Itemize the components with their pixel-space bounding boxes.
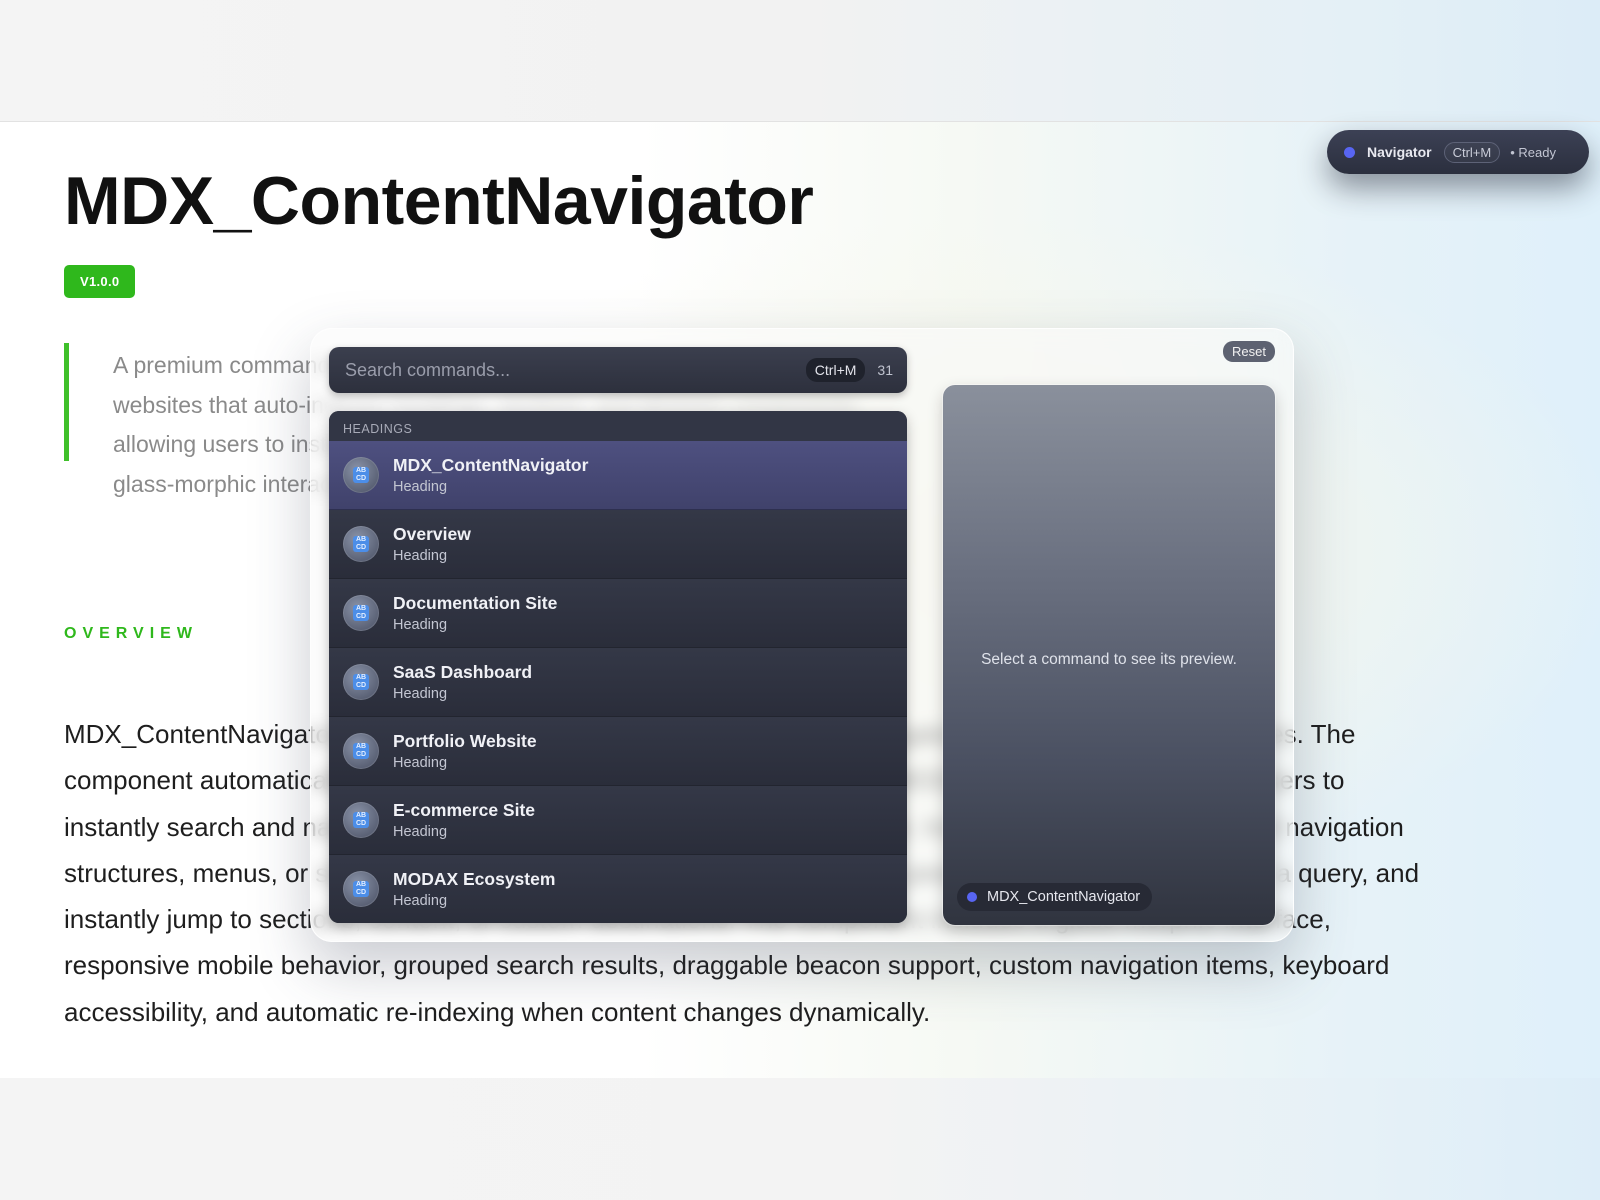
preview-selected-tag[interactable]: MDX_ContentNavigator bbox=[957, 883, 1153, 911]
result-item-subtitle: Heading bbox=[393, 824, 448, 840]
result-item[interactable]: AB CD Portfolio Website Heading bbox=[329, 717, 907, 786]
result-item-subtitle: Heading bbox=[393, 893, 448, 909]
heading-icon: AB CD bbox=[343, 595, 379, 631]
heading-icon: AB CD bbox=[343, 457, 379, 493]
result-item[interactable]: AB CD MODAX Ecosystem Heading bbox=[329, 855, 907, 923]
browser-top-band bbox=[0, 0, 1600, 122]
result-count: 31 bbox=[877, 362, 893, 378]
command-palette: Reset Ctrl+M 31 HEADINGS AB CD MDX_Conte… bbox=[310, 328, 1294, 942]
heading-icon: AB CD bbox=[343, 802, 379, 838]
navigator-beacon[interactable]: Navigator Ctrl+M • Ready bbox=[1327, 130, 1589, 174]
version-badge: V1.0.0 bbox=[64, 265, 136, 298]
search-input[interactable] bbox=[343, 358, 806, 382]
heading-icon: AB CD bbox=[343, 664, 379, 700]
page-title: MDX_ContentNavigator bbox=[64, 163, 814, 239]
navigator-label: Navigator bbox=[1367, 144, 1432, 160]
heading-icon: AB CD bbox=[343, 871, 379, 907]
browser-bottom-band bbox=[0, 1078, 1600, 1200]
result-item[interactable]: AB CD SaaS Dashboard Heading bbox=[329, 648, 907, 717]
result-item-title: Overview bbox=[393, 524, 471, 544]
search-shortcut-chip: Ctrl+M bbox=[805, 358, 866, 382]
group-label-headings: HEADINGS bbox=[329, 411, 907, 441]
navigator-shortcut-chip: Ctrl+M bbox=[1443, 141, 1501, 163]
result-item-subtitle: Heading bbox=[393, 617, 448, 633]
result-item-subtitle: Heading bbox=[393, 548, 448, 564]
result-item-title: MDX_ContentNavigator bbox=[393, 455, 589, 475]
results-list: HEADINGS AB CD MDX_ContentNavigator Head… bbox=[329, 411, 907, 923]
preview-hint: Select a command to see its preview. bbox=[981, 651, 1237, 668]
result-item-subtitle: Heading bbox=[393, 686, 448, 702]
heading-icon: AB CD bbox=[343, 733, 379, 769]
preview-panel: Select a command to see its preview. MDX… bbox=[943, 385, 1275, 925]
result-item[interactable]: AB CD Documentation Site Heading bbox=[329, 579, 907, 648]
result-item-title: MODAX Ecosystem bbox=[393, 869, 556, 889]
result-item-subtitle: Heading bbox=[393, 479, 448, 495]
result-item-title: Documentation Site bbox=[393, 593, 558, 613]
heading-icon: AB CD bbox=[343, 526, 379, 562]
result-item-subtitle: Heading bbox=[393, 755, 448, 771]
preview-selected-label: MDX_ContentNavigator bbox=[987, 889, 1141, 905]
result-item[interactable]: AB CD E-commerce Site Heading bbox=[329, 786, 907, 855]
navigator-status: • Ready bbox=[1510, 144, 1556, 160]
status-dot-icon bbox=[1344, 146, 1355, 158]
section-label-overview: OVERVIEW bbox=[64, 625, 198, 642]
reset-button[interactable]: Reset bbox=[1223, 341, 1275, 362]
result-item-title: Portfolio Website bbox=[393, 731, 537, 751]
result-item[interactable]: AB CD MDX_ContentNavigator Heading bbox=[329, 441, 907, 510]
result-item-title: E-commerce Site bbox=[393, 800, 536, 820]
result-item[interactable]: AB CD Overview Heading bbox=[329, 510, 907, 579]
indicator-dot-icon bbox=[967, 892, 977, 902]
search-bar: Ctrl+M 31 bbox=[329, 347, 907, 393]
result-item-title: SaaS Dashboard bbox=[393, 662, 533, 682]
